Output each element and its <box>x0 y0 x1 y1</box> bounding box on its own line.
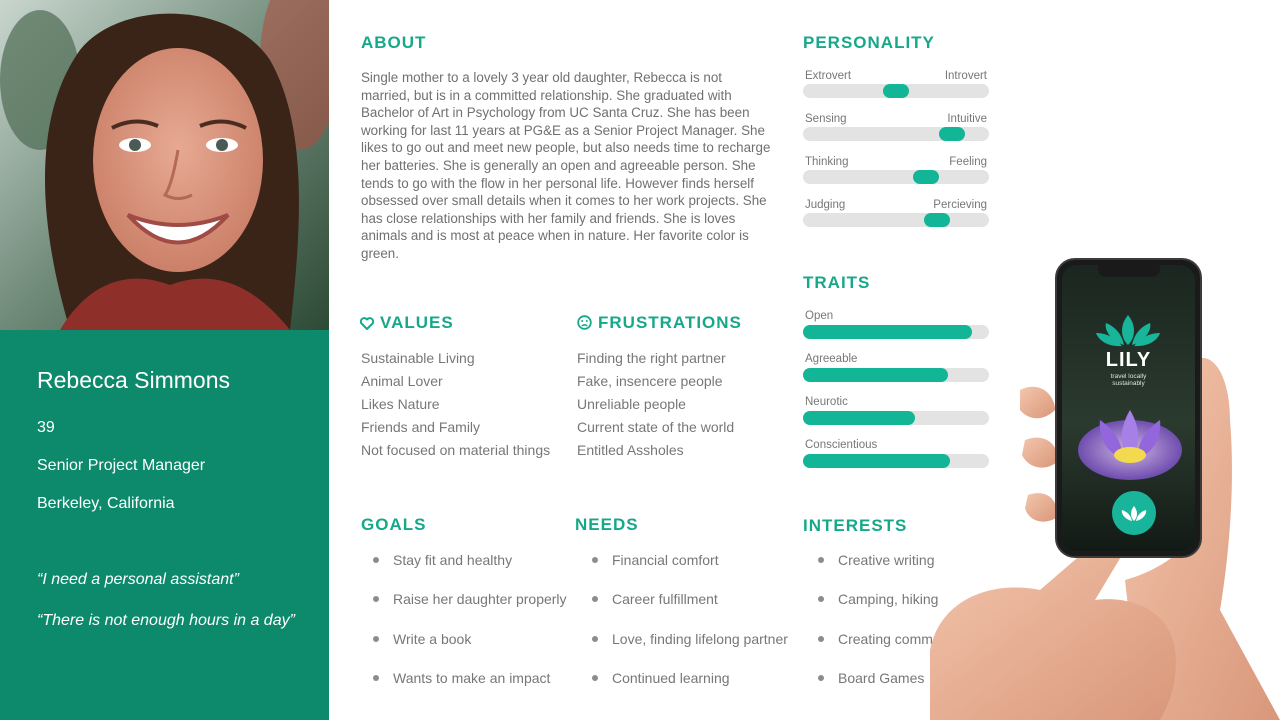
frustrations-heading-label: FRUSTRATIONS <box>598 313 742 332</box>
frown-icon <box>577 315 592 335</box>
app-screen: LILY travel locally sustainably <box>1062 265 1195 551</box>
personality-scale: Extrovert Introvert <box>803 70 989 98</box>
about-heading: ABOUT <box>361 33 427 52</box>
list-item: Sustainable Living <box>361 350 475 366</box>
scale-left-label: Sensing <box>805 113 847 125</box>
list-item: Wants to make an impact <box>373 668 567 707</box>
persona-age: 39 <box>37 419 55 436</box>
scale-left-label: Thinking <box>805 156 849 168</box>
trait-fill <box>803 411 915 425</box>
scale-knob <box>939 127 965 141</box>
values-heading-label: VALUES <box>380 313 454 332</box>
app-tagline-line: sustainably <box>1112 380 1145 387</box>
list-item: Unreliable people <box>577 396 686 412</box>
list-item: Finding the right partner <box>577 350 726 366</box>
trait-label: Open <box>805 310 834 322</box>
trait-label: Conscientious <box>805 439 878 451</box>
list-item: Likes Nature <box>361 396 440 412</box>
app-logo-text: LILY <box>1105 349 1152 371</box>
goals-heading: GOALS <box>361 515 427 534</box>
scale-left-label: Extrovert <box>805 70 852 82</box>
frustrations-heading: FRUSTRATIONS <box>577 313 742 335</box>
list-item: Raise her daughter properly <box>373 589 567 628</box>
scale-left-label: Judging <box>805 199 846 211</box>
list-item: Animal Lover <box>361 373 443 389</box>
scale-track <box>803 170 989 184</box>
scale-knob <box>883 84 909 98</box>
scale-track <box>803 84 989 98</box>
interests-heading: INTERESTS <box>803 516 908 535</box>
needs-list: Financial comfort Career fulfillment Lov… <box>592 550 788 707</box>
needs-heading: NEEDS <box>575 515 639 534</box>
list-item: Financial comfort <box>592 550 788 589</box>
list-item: Entitled Assholes <box>577 442 684 458</box>
personality-scale: Thinking Feeling <box>803 156 989 184</box>
app-tagline-line: travel locally <box>1110 373 1147 380</box>
list-item: Not focused on material things <box>361 442 551 458</box>
personality-scale: Judging Percieving <box>803 199 989 227</box>
persona-job-title: Senior Project Manager <box>37 457 206 474</box>
phone-notch <box>1098 265 1160 277</box>
profile-photo <box>0 0 329 330</box>
scale-right-label: Feeling <box>949 156 987 168</box>
scale-track <box>803 213 989 227</box>
list-item: Stay fit and healthy <box>373 550 567 589</box>
profile-panel: Rebecca Simmons 39 Senior Project Manage… <box>0 330 329 720</box>
trait-fill <box>803 368 948 382</box>
traits-heading: TRAITS <box>803 273 871 292</box>
scale-right-label: Percieving <box>933 199 987 211</box>
trait-label: Agreeable <box>805 353 858 365</box>
persona-name: Rebecca Simmons <box>37 367 231 393</box>
list-item: Career fulfillment <box>592 589 788 628</box>
list-item: Love, finding lifelong partner <box>592 629 788 668</box>
scale-knob <box>924 213 950 227</box>
about-text: Single mother to a lovely 3 year old dau… <box>361 70 771 261</box>
goals-list: Stay fit and healthy Raise her daughter … <box>373 550 567 707</box>
list-item: Friends and Family <box>361 419 481 435</box>
personality-scale: Sensing Intuitive <box>803 113 989 141</box>
scale-knob <box>913 170 939 184</box>
personality-heading: PERSONALITY <box>803 33 935 52</box>
scale-track <box>803 127 989 141</box>
persona-quote: “There is not enough hours in a day” <box>37 612 295 629</box>
list-item: Write a book <box>373 629 567 668</box>
smartphone-mockup: LILY travel locally sustainably <box>1055 258 1202 558</box>
values-heading: VALUES <box>359 313 454 335</box>
heart-icon <box>359 315 375 335</box>
trait-label: Neurotic <box>805 396 848 408</box>
values-list: Sustainable Living Animal Lover Likes Na… <box>361 347 550 462</box>
scale-right-label: Intuitive <box>947 113 987 125</box>
list-item: Current state of the world <box>577 419 735 435</box>
list-item: Continued learning <box>592 668 788 707</box>
list-item: Fake, insencere people <box>577 373 723 389</box>
frustrations-list: Finding the right partner Fake, insencer… <box>577 347 734 462</box>
trait-fill <box>803 454 950 468</box>
persona-location: Berkeley, California <box>37 495 175 512</box>
scale-right-label: Introvert <box>944 70 987 82</box>
persona-quote: “I need a personal assistant” <box>37 571 239 588</box>
app-tagline: travel locally sustainably <box>1062 373 1195 387</box>
